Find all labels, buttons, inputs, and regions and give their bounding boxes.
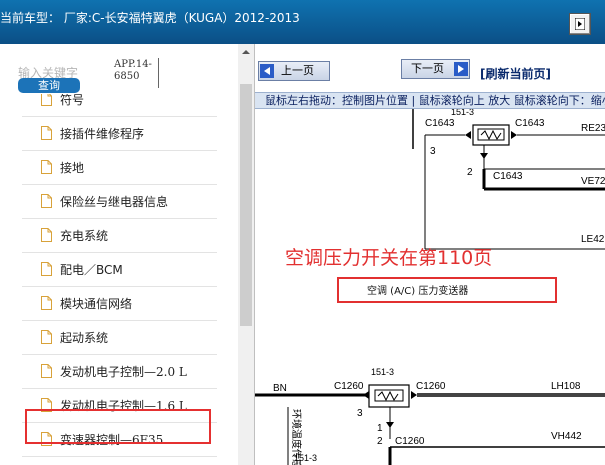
document-icon — [41, 160, 52, 174]
viewer-toolbar: 上一页 下一页 [刷新当前页] — [255, 44, 605, 92]
next-page-label: 下一页 — [411, 62, 444, 75]
query-button[interactable]: 查询 — [18, 78, 80, 93]
diagram-label: 151-3 — [451, 109, 474, 117]
tree-item[interactable]: 保险丝与继电器信息 — [22, 185, 217, 219]
diagram-label: C1643 — [515, 118, 545, 129]
diagram-label: C1260 — [416, 381, 446, 392]
diagram-label: 1 — [377, 423, 383, 434]
diagram-label: C1260 — [334, 381, 364, 392]
diagram-label: C1643 — [425, 118, 455, 129]
diagram-label: LH108 — [551, 381, 581, 392]
sensor-label: 空调 (A/C) 压力变送器 — [367, 286, 469, 297]
arrow-left-icon — [260, 64, 274, 78]
connector-arrow — [386, 422, 394, 428]
document-icon — [41, 94, 52, 106]
tree-item-label: 发动机电子控制—2.0 L — [60, 365, 187, 379]
diagram-label: C1260 — [395, 436, 425, 447]
title-bar: 当前车型： 厂家:C-长安福特翼虎（KUGA）2012-2013 — [0, 0, 605, 44]
next-page-button[interactable]: 下一页 — [401, 59, 470, 79]
diagram-label: BN — [273, 383, 287, 394]
tree-item[interactable]: 接插件维修程序 — [22, 117, 217, 151]
diagram-label: 151-3 — [294, 453, 317, 463]
vehicle-title: 当前车型： 厂家:C-长安福特翼虎（KUGA）2012-2013 — [0, 11, 300, 25]
diagram-label: RE23 — [581, 123, 605, 134]
left-panel: 输入关键字 查询 APP.14-6850 符号 接插件维修程序 接地 保险丝与继… — [0, 44, 255, 465]
tree-item[interactable]: 充电系统 — [22, 219, 217, 253]
diagram-label: LE42 — [581, 234, 605, 245]
usage-hint: 鼠标左右拖动：控制图片位置 | 鼠标滚轮向上 放大 鼠标滚轮向下：缩小 — [255, 92, 605, 109]
app-code: APP.14-6850 — [114, 59, 152, 82]
diagram-label: C1643 — [493, 171, 523, 182]
prev-page-button[interactable]: 上一页 — [258, 61, 330, 81]
diagram-label: VE72 — [581, 176, 605, 187]
tree-item-label: 配电／BCM — [60, 263, 123, 277]
diagram-label: 151-3 — [371, 367, 394, 377]
caret-up-icon — [242, 50, 250, 54]
tree-item[interactable]: 符号 — [22, 94, 217, 117]
tree-item[interactable]: 接地 — [22, 151, 217, 185]
tree-item-label: 起动系统 — [60, 331, 109, 345]
left-scrollbar[interactable] — [238, 44, 254, 465]
diagram-label: 2 — [377, 436, 383, 447]
page-annotation: 空调压力开关在第110页 — [285, 247, 493, 269]
diagram-label: 2 — [467, 167, 473, 178]
connector-arrow — [465, 131, 471, 139]
refresh-page-link[interactable]: [刷新当前页] — [480, 65, 551, 82]
toggle-arrow-icon — [575, 18, 585, 30]
connector-arrow — [511, 131, 517, 139]
document-icon — [41, 262, 52, 276]
tree-item-label: 接地 — [60, 161, 85, 175]
tree-item-label: 保险丝与继电器信息 — [60, 195, 169, 209]
tree-item[interactable]: 配电／BCM — [22, 253, 217, 287]
tree-item-label: 符号 — [60, 94, 85, 107]
tree-item-label: 充电系统 — [60, 229, 109, 243]
document-icon — [41, 194, 52, 208]
document-icon — [41, 228, 52, 242]
document-icon — [41, 364, 52, 378]
divider — [158, 58, 159, 88]
diagram-label: VH442 — [551, 431, 582, 442]
prev-page-label: 上一页 — [281, 64, 314, 77]
tree-item-label: 接插件维修程序 — [60, 127, 145, 141]
diagram-label: 3 — [357, 408, 363, 419]
tree-item[interactable]: 模块通信网络 — [22, 287, 217, 321]
document-icon — [41, 330, 52, 344]
highlight-box — [25, 409, 211, 444]
document-icon — [41, 126, 52, 140]
document-icon — [41, 296, 52, 310]
connector-arrow — [411, 391, 417, 399]
tree-item[interactable]: 发动机电子控制—2.0 L — [22, 355, 217, 389]
diagram-viewer: 上一页 下一页 [刷新当前页] 鼠标左右拖动：控制图片位置 | 鼠标滚轮向上 放… — [255, 44, 605, 465]
panel-toggle-button[interactable] — [569, 13, 591, 35]
scrollbar-thumb[interactable] — [240, 84, 252, 326]
arrow-right-icon — [454, 62, 468, 76]
tree-item-label: 模块通信网络 — [60, 297, 133, 311]
diagram-label: 3 — [430, 146, 436, 157]
connector-arrow — [363, 391, 369, 399]
tree-item[interactable]: 起动系统 — [22, 321, 217, 355]
connector-arrow — [480, 153, 488, 159]
wiring-diagram[interactable]: 151-3 C1643 C1643 RE23 3 2 C1643 VE72 LE… — [255, 109, 605, 465]
scroll-up-button[interactable] — [238, 44, 254, 60]
